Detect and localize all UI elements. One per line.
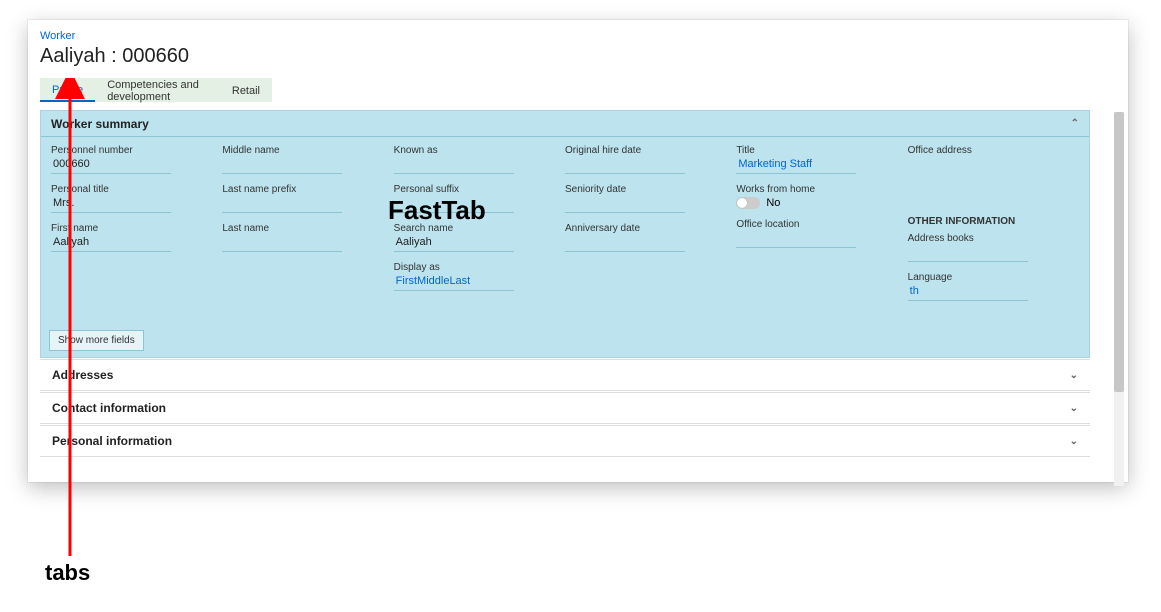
col-1: Personnel number 000660 Personal title M… <box>51 145 222 351</box>
first-name-label: First name <box>51 223 206 234</box>
addr-books-label: Address books <box>908 233 1063 244</box>
scrollbar[interactable] <box>1114 112 1124 486</box>
search-name-label: Search name <box>394 223 549 234</box>
anniv-value[interactable] <box>565 236 685 252</box>
personal-title-label: Personal title <box>51 184 206 195</box>
fasttab-title: Worker summary <box>51 117 149 131</box>
fasttab-body: Personnel number 000660 Personal title M… <box>41 137 1089 357</box>
orig-hire-value[interactable] <box>565 158 685 174</box>
personnel-number-label: Personnel number <box>51 145 206 156</box>
title-value[interactable]: Marketing Staff <box>736 158 856 174</box>
middle-name-value[interactable] <box>222 158 342 174</box>
fasttab-worker-summary: Worker summary ⌃ Personnel number 000660… <box>40 110 1090 358</box>
office-loc-label: Office location <box>736 219 891 230</box>
col-5: Title Marketing Staff Works from home No… <box>736 145 907 351</box>
chevron-down-icon: ⌄ <box>1070 403 1078 414</box>
personal-suffix-value[interactable] <box>394 197 514 213</box>
page-title: Aaliyah : 000660 <box>40 45 189 68</box>
display-as-label: Display as <box>394 262 549 273</box>
first-name-value[interactable]: Aaliyah <box>51 236 171 252</box>
known-as-label: Known as <box>394 145 549 156</box>
fasttab-contact-label: Contact information <box>52 401 166 415</box>
wfh-label: Works from home <box>736 184 891 195</box>
last-name-prefix-label: Last name prefix <box>222 184 377 195</box>
language-value[interactable]: th <box>908 285 1028 301</box>
personal-title-value[interactable]: Mrs. <box>51 197 171 213</box>
tab-competencies[interactable]: Competencies and development <box>95 74 220 107</box>
other-info-heading: OTHER INFORMATION <box>908 216 1063 227</box>
col-3: Known as Personal suffix Search name Aal… <box>394 145 565 351</box>
wfh-value: No <box>766 197 780 209</box>
office-addr-value[interactable] <box>908 158 1028 174</box>
tab-profile[interactable]: Profile <box>40 79 95 102</box>
office-loc-value[interactable] <box>736 232 856 248</box>
show-more-fields-button[interactable]: Show more fields <box>49 330 144 351</box>
chevron-down-icon: ⌄ <box>1070 436 1078 447</box>
scrollbar-thumb[interactable] <box>1114 112 1124 392</box>
annotation-tabs: tabs <box>45 560 90 586</box>
last-name-label: Last name <box>222 223 377 234</box>
addr-books-value[interactable] <box>908 246 1028 262</box>
title-label: Title <box>736 145 891 156</box>
seniority-value[interactable] <box>565 197 685 213</box>
anniv-label: Anniversary date <box>565 223 720 234</box>
col-4: Original hire date Seniority date Annive… <box>565 145 736 351</box>
worker-window: Worker Aaliyah : 000660 Profile Competen… <box>28 20 1128 482</box>
seniority-label: Seniority date <box>565 184 720 195</box>
fasttab-container: Worker summary ⌃ Personnel number 000660… <box>40 110 1104 490</box>
last-name-value[interactable] <box>222 236 342 252</box>
display-as-value[interactable]: FirstMiddleLast <box>394 275 514 291</box>
fasttab-addresses-label: Addresses <box>52 368 113 382</box>
language-label: Language <box>908 272 1063 283</box>
search-name-value[interactable]: Aaliyah <box>394 236 514 252</box>
tab-retail[interactable]: Retail <box>220 80 272 101</box>
col-6: Office address OTHER INFORMATION Address… <box>908 145 1079 351</box>
known-as-value[interactable] <box>394 158 514 174</box>
fasttab-contact-info[interactable]: Contact information ⌄ <box>40 392 1090 424</box>
fasttab-addresses[interactable]: Addresses ⌄ <box>40 359 1090 391</box>
personnel-number-value[interactable]: 000660 <box>51 158 171 174</box>
office-addr-label: Office address <box>908 145 1063 156</box>
fasttab-personal-info[interactable]: Personal information ⌄ <box>40 425 1090 457</box>
personal-suffix-label: Personal suffix <box>394 184 549 195</box>
chevron-up-icon: ⌃ <box>1071 118 1079 129</box>
last-name-prefix-value[interactable] <box>222 197 342 213</box>
wfh-toggle[interactable] <box>736 197 760 209</box>
chevron-down-icon: ⌄ <box>1070 370 1078 381</box>
col-2: Middle name Last name prefix Last name <box>222 145 393 351</box>
tab-bar: Profile Competencies and development Ret… <box>40 78 272 102</box>
breadcrumb[interactable]: Worker <box>40 30 75 42</box>
fasttab-personal-label: Personal information <box>52 434 172 448</box>
fasttab-header-worker-summary[interactable]: Worker summary ⌃ <box>41 111 1089 137</box>
middle-name-label: Middle name <box>222 145 377 156</box>
orig-hire-label: Original hire date <box>565 145 720 156</box>
